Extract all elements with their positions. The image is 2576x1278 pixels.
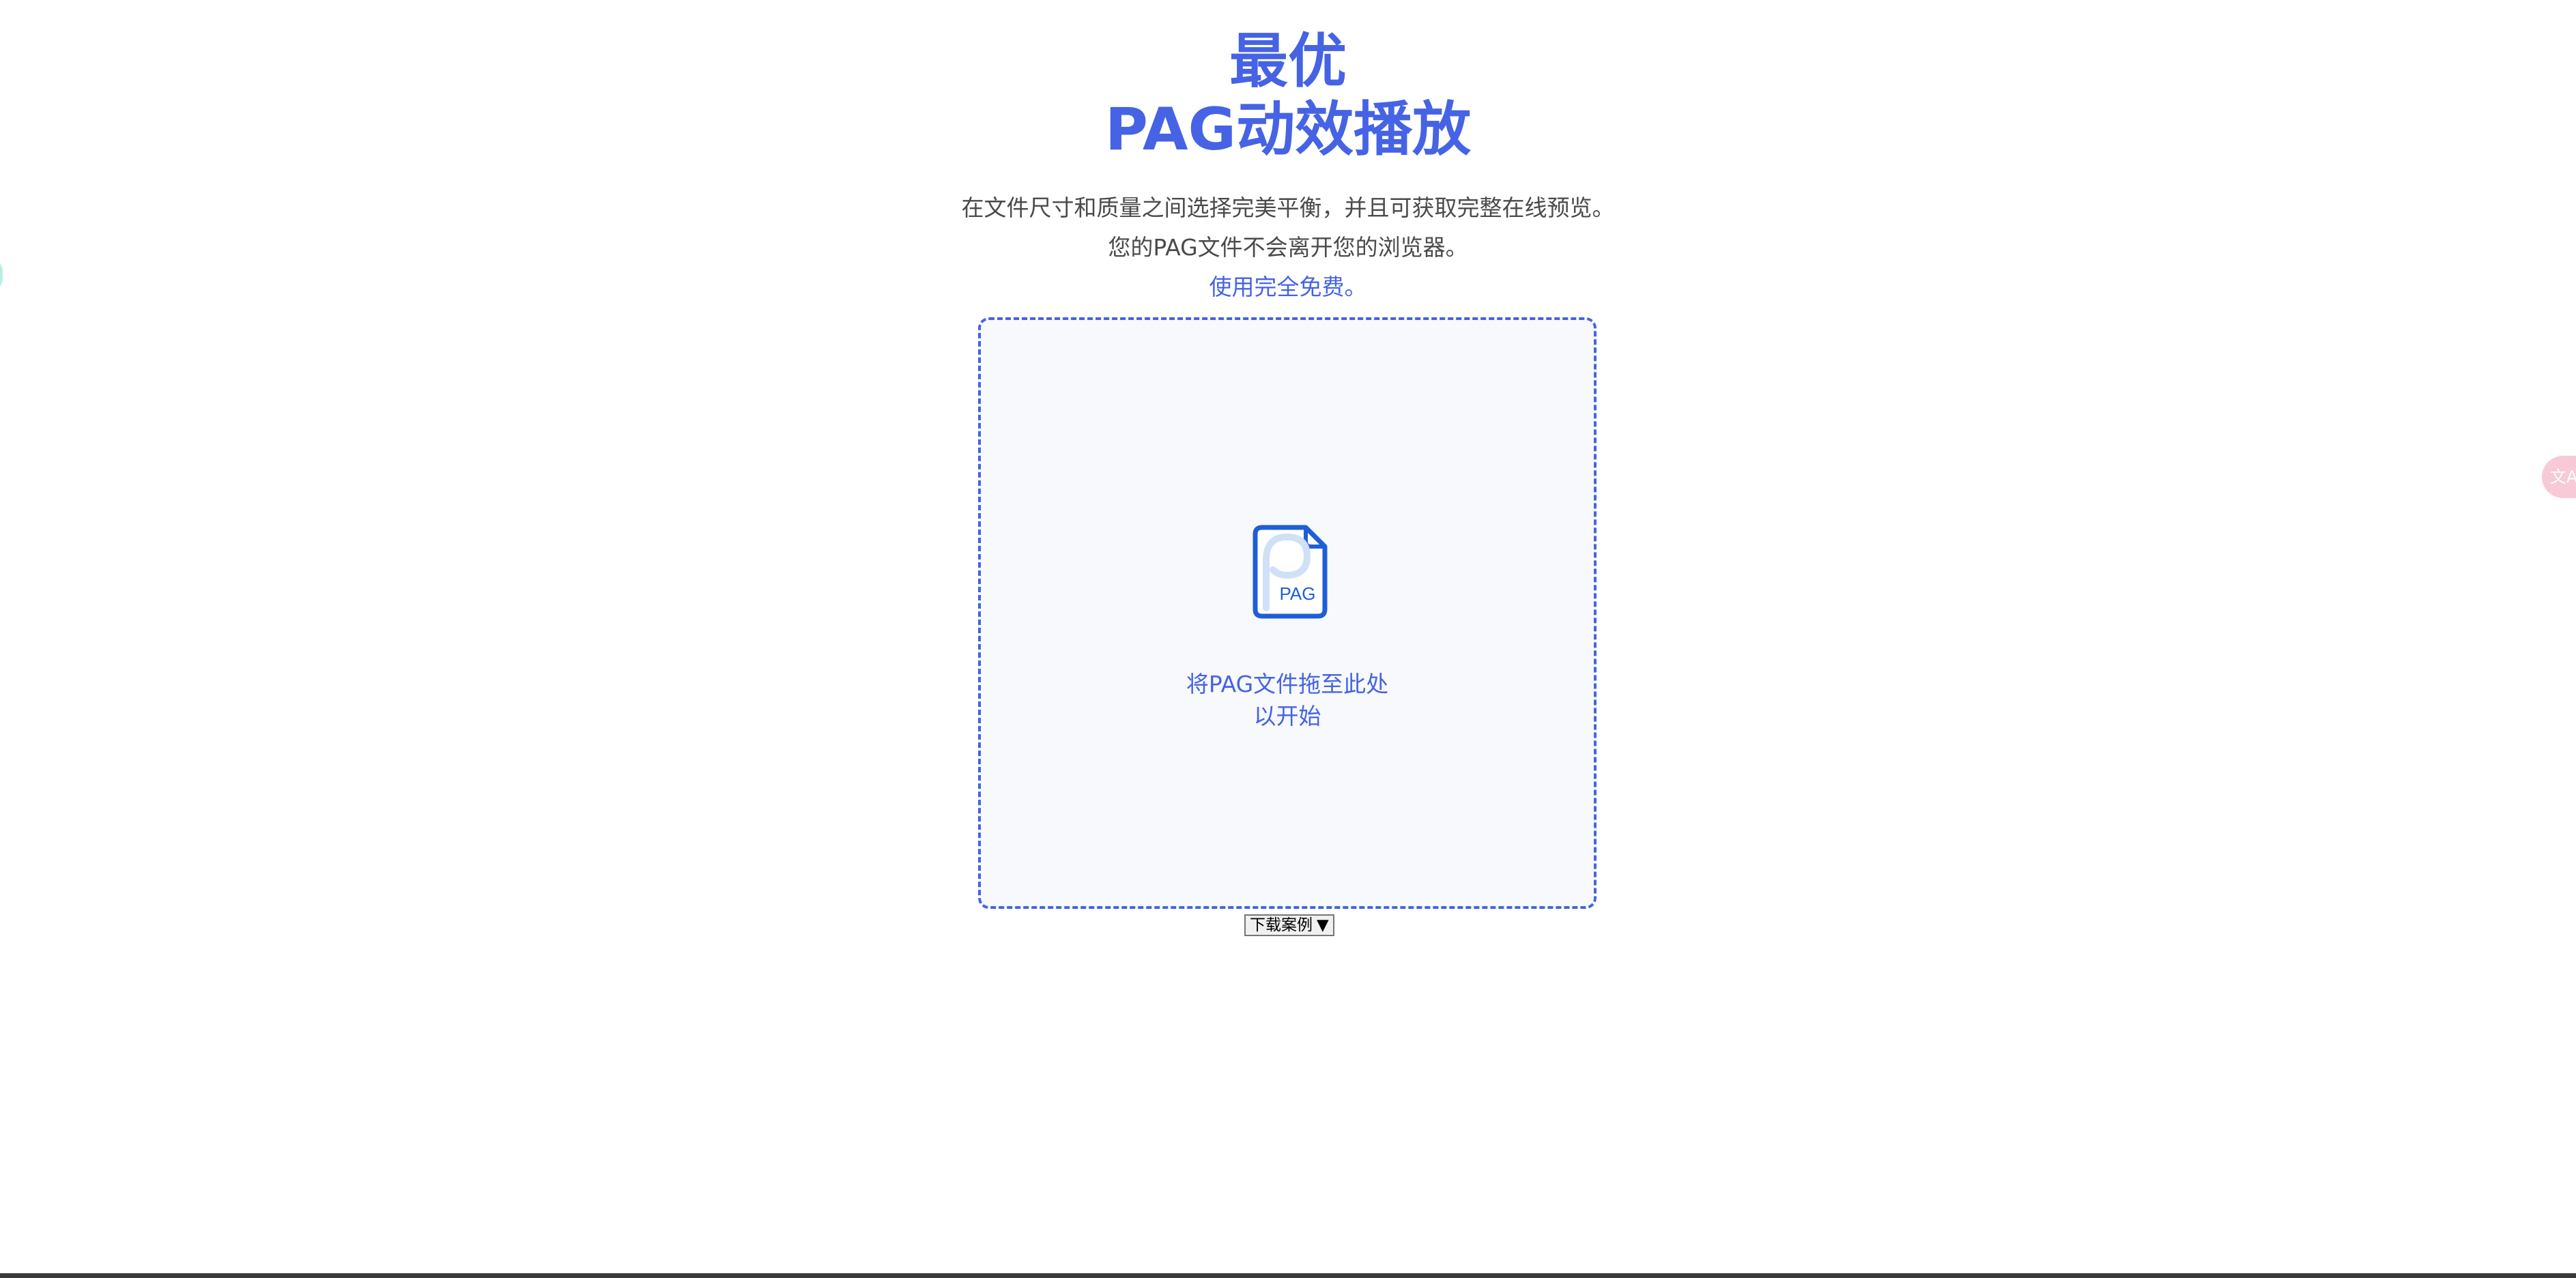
- subtitle-line2: 您的PAG文件不会离开您的浏览器。: [1108, 234, 1468, 261]
- dropzone-text: 将PAG文件拖至此处 以开始: [981, 668, 1594, 732]
- download-examples-label: 下载案例: [1250, 916, 1313, 934]
- page-title-line2: PAG动效播放: [1104, 96, 1472, 164]
- hero-section: 最优 PAG动效播放 在文件尺寸和质量之间选择完美平衡，并且可获取完整在线预览。…: [0, 0, 2576, 307]
- free-notice: 使用完全免费。: [1209, 274, 1367, 300]
- dropzone-text-line1: 将PAG文件拖至此处: [1186, 671, 1389, 697]
- page-title-line1: 最优: [1229, 27, 1347, 96]
- bottom-edge-bar: [0, 1273, 2576, 1278]
- subtitle-line1: 在文件尺寸和质量之间选择完美平衡，并且可获取完整在线预览。: [961, 194, 1615, 221]
- pag-file-icon: PAG: [1253, 525, 1328, 619]
- subtitle: 在文件尺寸和质量之间选择完美平衡，并且可获取完整在线预览。 您的PAG文件不会离…: [0, 188, 2576, 267]
- page: 最优 PAG动效播放 在文件尺寸和质量之间选择完美平衡，并且可获取完整在线预览。…: [0, 0, 2576, 1278]
- download-examples-select[interactable]: 下载案例 ▼: [1244, 914, 1334, 936]
- translate-icon: 文A: [2550, 467, 2576, 486]
- dropzone-text-line2: 以开始: [1253, 703, 1321, 729]
- file-dropzone[interactable]: PAG 将PAG文件拖至此处 以开始: [978, 317, 1597, 909]
- pag-file-icon-label: PAG: [1280, 583, 1316, 604]
- chevron-down-icon: ▼: [1317, 916, 1329, 934]
- translate-button[interactable]: 文A: [2542, 456, 2576, 498]
